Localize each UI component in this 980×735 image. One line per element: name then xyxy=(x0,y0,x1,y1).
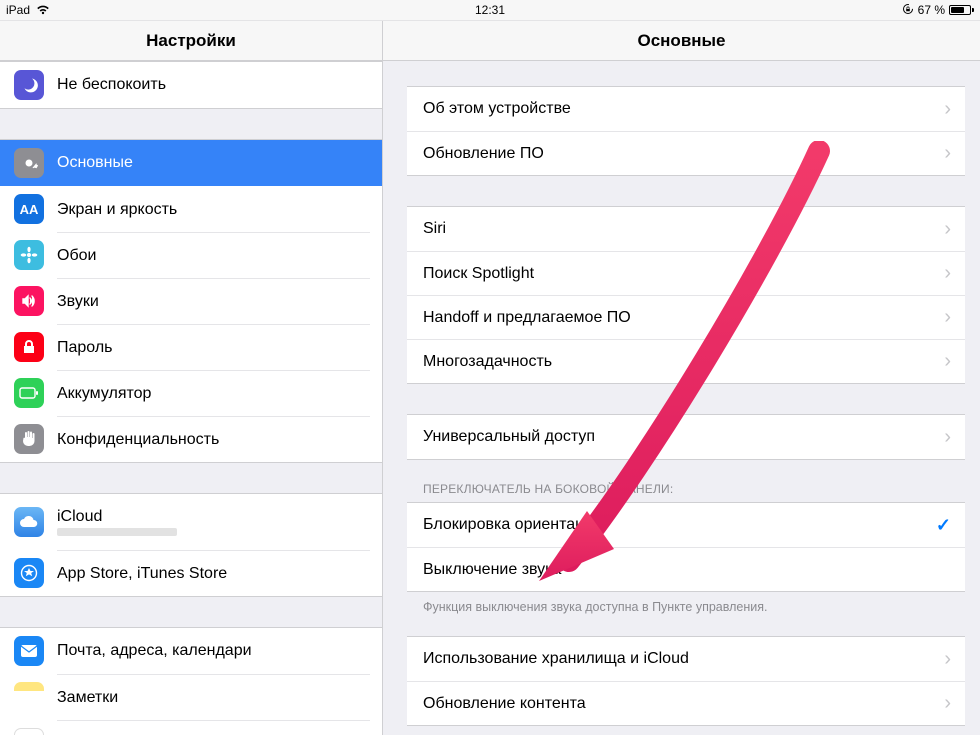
row-label: Поиск Spotlight xyxy=(423,265,944,283)
icloud-account-redacted xyxy=(57,528,177,536)
chevron-right-icon: › xyxy=(944,306,951,329)
row-label: Выключение звука xyxy=(423,561,951,579)
section-header: ПЕРЕКЛЮЧАТЕЛЬ НА БОКОВОЙ ПАНЕЛИ: xyxy=(383,482,980,502)
sidebar-item-wallpaper[interactable]: Обои xyxy=(0,232,382,278)
cloud-icon xyxy=(14,507,44,537)
sidebar-item-passcode[interactable]: Пароль xyxy=(0,324,382,370)
row-label: Блокировка ориентации xyxy=(423,516,936,534)
row-label: Многозадачность xyxy=(423,353,944,371)
reminders-icon xyxy=(14,728,44,735)
wifi-icon xyxy=(36,5,50,15)
sidebar-item-label: Почта, адреса, календари xyxy=(57,642,252,660)
row-accessibility[interactable]: Универсальный доступ› xyxy=(407,415,965,459)
battery-icon xyxy=(949,5,974,15)
row-label: Об этом устройстве xyxy=(423,100,944,118)
sidebar-item-label: Экран и яркость xyxy=(57,201,177,219)
gear-icon xyxy=(14,148,44,178)
sidebar-group: Не беспокоить xyxy=(0,61,382,109)
sidebar-item-label: iCloud xyxy=(57,508,102,525)
notes-icon xyxy=(14,682,44,712)
sidebar-item-appstore[interactable]: App Store, iTunes Store xyxy=(0,550,382,596)
sidebar-item-notes[interactable]: Заметки xyxy=(0,674,382,720)
orientation-lock-icon xyxy=(902,3,914,18)
chevron-right-icon: › xyxy=(944,142,951,165)
sidebar-group: Почта, адреса, календари Заметки Напомин… xyxy=(0,627,382,735)
sidebar-item-mail[interactable]: Почта, адреса, календари xyxy=(0,628,382,674)
status-left: iPad xyxy=(6,3,475,17)
sidebar-item-general[interactable]: Основные xyxy=(0,140,382,186)
sidebar-group: Основные AA Экран и яркость Обои Зву xyxy=(0,139,382,463)
status-right: 67 % xyxy=(505,3,974,18)
row-label: Универсальный доступ xyxy=(423,428,944,446)
sidebar-item-battery[interactable]: Аккумулятор xyxy=(0,370,382,416)
section-footer: Функция выключения звука доступна в Пунк… xyxy=(383,592,980,614)
sidebar-title: Настройки xyxy=(0,21,382,61)
row-spotlight[interactable]: Поиск Spotlight› xyxy=(407,251,965,295)
sidebar-body: Не беспокоить Основные AA Экран и яркост… xyxy=(0,61,382,735)
sidebar-item-dnd[interactable]: Не беспокоить xyxy=(0,62,382,108)
row-about[interactable]: Об этом устройстве› xyxy=(407,87,965,131)
speaker-icon xyxy=(14,286,44,316)
chevron-right-icon: › xyxy=(944,262,951,285)
row-lock-rotation[interactable]: Блокировка ориентации✓ xyxy=(407,503,965,547)
settings-group: Об этом устройстве› Обновление ПО› xyxy=(407,86,965,176)
row-mute[interactable]: Выключение звука xyxy=(407,547,965,591)
row-label: Обновление контента xyxy=(423,695,944,713)
device-name: iPad xyxy=(6,3,30,17)
row-siri[interactable]: Siri› xyxy=(407,207,965,251)
sidebar-item-label: Звуки xyxy=(57,293,99,311)
sidebar-item-label: Аккумулятор xyxy=(57,385,151,403)
battery-icon xyxy=(14,378,44,408)
sidebar-item-privacy[interactable]: Конфиденциальность xyxy=(0,416,382,462)
sidebar-item-label: Заметки xyxy=(57,689,118,707)
chevron-right-icon: › xyxy=(944,426,951,449)
status-bar: iPad 12:31 67 % xyxy=(0,0,980,20)
settings-group: Siri› Поиск Spotlight› Handoff и предлаг… xyxy=(407,206,965,384)
row-bg-refresh[interactable]: Обновление контента› xyxy=(407,681,965,725)
appstore-icon xyxy=(14,558,44,588)
lock-icon xyxy=(14,332,44,362)
sidebar-item-label: Не беспокоить xyxy=(57,76,166,94)
chevron-right-icon: › xyxy=(944,648,951,671)
flower-icon xyxy=(14,240,44,270)
chevron-right-icon: › xyxy=(944,218,951,241)
sidebar-item-label: Основные xyxy=(57,154,133,172)
sidebar-item-icloud[interactable]: iCloud xyxy=(0,494,382,550)
row-label: Обновление ПО xyxy=(423,145,944,163)
sidebar-item-label: App Store, iTunes Store xyxy=(57,565,227,583)
row-handoff[interactable]: Handoff и предлагаемое ПО› xyxy=(407,295,965,339)
sidebar-group: iCloud App Store, iTunes Store xyxy=(0,493,382,597)
textsize-icon: AA xyxy=(14,194,44,224)
battery-percent: 67 % xyxy=(918,3,945,17)
mail-icon xyxy=(14,636,44,666)
row-multitasking[interactable]: Многозадачность› xyxy=(407,339,965,383)
chevron-right-icon: › xyxy=(944,692,951,715)
row-label: Siri xyxy=(423,220,944,238)
sidebar-item-label: Обои xyxy=(57,247,96,265)
split-view: Настройки Не беспокоить Основные xyxy=(0,20,980,735)
detail-pane: Основные Об этом устройстве› Обновление … xyxy=(383,21,980,735)
settings-group: Использование хранилища и iCloud› Обновл… xyxy=(407,636,965,726)
row-label: Handoff и предлагаемое ПО xyxy=(423,309,944,327)
sidebar-item-label: Конфиденциальность xyxy=(57,431,219,449)
chevron-right-icon: › xyxy=(944,98,951,121)
checkmark-icon: ✓ xyxy=(936,515,951,536)
chevron-right-icon: › xyxy=(944,350,951,373)
detail-title: Основные xyxy=(383,21,980,61)
row-storage[interactable]: Использование хранилища и iCloud› xyxy=(407,637,965,681)
settings-group: Универсальный доступ› xyxy=(407,414,965,460)
sidebar-item-display[interactable]: AA Экран и яркость xyxy=(0,186,382,232)
status-time: 12:31 xyxy=(475,3,505,17)
row-software-update[interactable]: Обновление ПО› xyxy=(407,131,965,175)
moon-icon xyxy=(14,70,44,100)
sidebar-item-reminders[interactable]: Напоминания xyxy=(0,720,382,735)
row-label: Использование хранилища и iCloud xyxy=(423,650,944,668)
detail-body: Об этом устройстве› Обновление ПО› Siri›… xyxy=(383,61,980,735)
sidebar-item-sounds[interactable]: Звуки xyxy=(0,278,382,324)
sidebar-item-label: Пароль xyxy=(57,339,113,357)
settings-sidebar: Настройки Не беспокоить Основные xyxy=(0,21,383,735)
hand-icon xyxy=(14,424,44,454)
settings-group: Блокировка ориентации✓ Выключение звука xyxy=(407,502,965,592)
